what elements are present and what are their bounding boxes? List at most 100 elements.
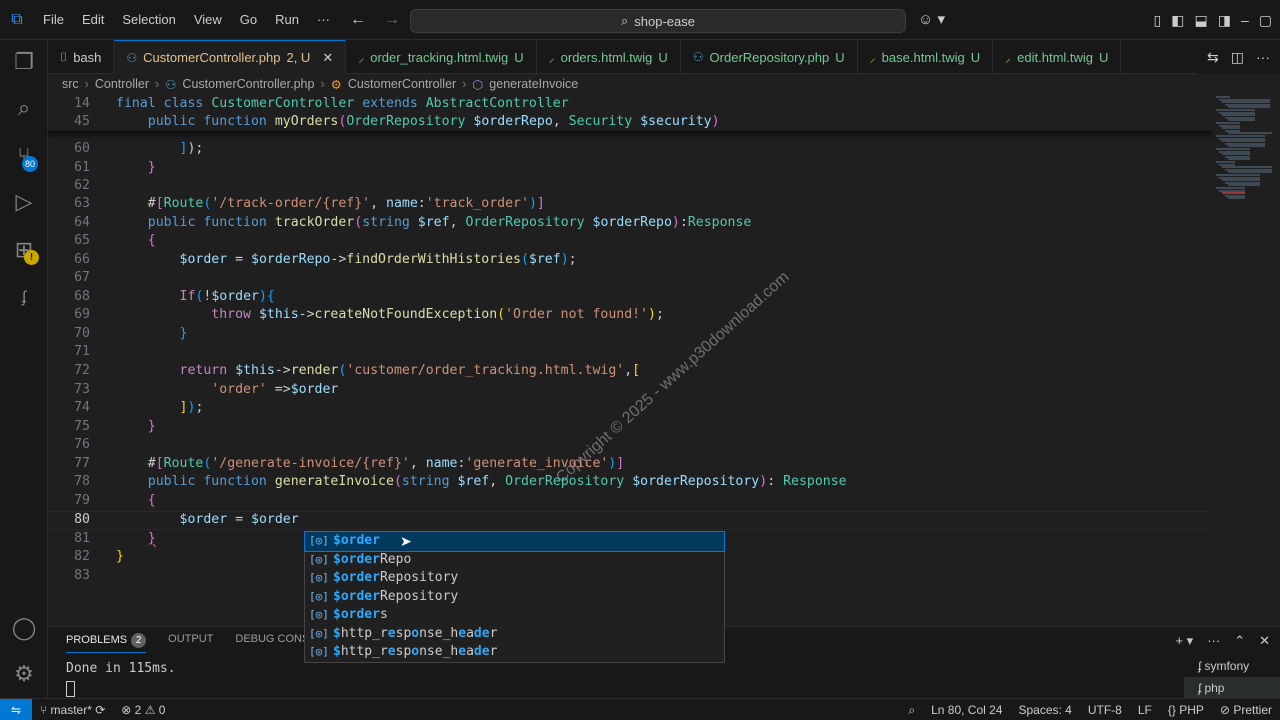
editor-tab[interactable]: ⌷ bash [48,40,115,74]
panel-actions: + ▾ ··· ⌃ ✕ [1175,633,1270,649]
command-center-search[interactable]: ⌕ shop-ease [410,9,906,33]
code-line: 78 public function generateInvoice(strin… [48,473,1212,492]
suggestion-item[interactable]: [◎] $order [304,531,725,552]
maximize-icon[interactable]: ▢ [1259,12,1272,29]
suggestion-item[interactable]: [◎] $orderRepository [305,588,724,607]
symfony-icon[interactable]: ʄ [0,276,48,320]
breadcrumb-item[interactable]: src [62,77,79,91]
maximize-panel-icon[interactable]: ⌃ [1234,633,1245,649]
more-actions-icon[interactable]: ··· [1256,49,1270,65]
tab-output[interactable]: OUTPUT [168,633,213,653]
code-text: $order = $orderRepo->findOrderWithHistor… [179,252,577,267]
suggestion-item[interactable]: [◎] $orderRepo [305,551,724,570]
autocomplete-suggest-widget[interactable]: [◎] $order [◎] $orderRepo [◎] $orderRepositor… [304,531,725,663]
search-icon: ⌕ [621,13,629,28]
code-line: 70 } [48,325,1212,344]
toggle-secondary-sidebar-icon[interactable]: ◨ [1218,12,1231,29]
source-control-icon[interactable]: ⑂ 80 [0,134,48,178]
zoom-icon[interactable]: ⌕ [900,703,923,718]
editor-tab[interactable]: ⸝ order_tracking.html.twig U [346,40,537,74]
php-file-icon: ⚇ [692,50,704,64]
suggestion-item[interactable]: [◎] $http_response_header [305,625,724,644]
close-tab-icon[interactable]: ✕ [322,50,333,66]
suggestion-label: $http_response_header [333,644,498,659]
tab-problems[interactable]: PROBLEMS 2 [66,633,147,653]
terminal-item-php[interactable]: ʄ php [1184,677,1280,699]
git-branch[interactable]: ⑂ master* ⟳ [32,703,113,717]
back-arrow-icon[interactable]: ← [350,11,366,29]
code-line: 67 [48,269,1212,288]
code-text: } [147,419,156,434]
compare-changes-icon[interactable]: ⇆ [1207,49,1219,66]
tab-git-status: U [970,49,981,65]
nav-arrows: ← → [350,0,400,40]
editor-tab[interactable]: ⸝ base.html.twig U [858,40,994,74]
terminal-item-symfony[interactable]: ʄ symfony [1184,655,1280,677]
toggle-panel-icon[interactable]: ⬓ [1195,12,1208,29]
twig-file-icon: ⸝ [358,50,365,65]
encoding[interactable]: UTF-8 [1080,703,1130,717]
line-number: 65 [74,233,90,248]
code-line: 71 [48,343,1212,362]
code-line: 73 'order' =>$order [48,381,1212,400]
menu-item[interactable]: Run [266,0,308,40]
end-of-line[interactable]: LF [1130,703,1160,717]
tab-git-status: U [658,49,668,65]
search-view-icon[interactable]: ⌕ [0,86,48,130]
window-controls: ▯ ◧ ⬓ ◨ – ▢ [1154,0,1272,40]
suggestion-item[interactable]: [◎] $http_response_header [305,643,724,662]
breadcrumb-item[interactable]: CustomerController [348,77,456,91]
editor-tab[interactable]: ⸝ orders.html.twig U [537,40,681,74]
layout-sidebar-icon[interactable]: ▯ [1154,12,1162,29]
minimap[interactable] [1212,94,1280,214]
cursor-position[interactable]: Ln 80, Col 24 [923,703,1010,717]
line-number: 14 [74,96,90,111]
code-text: { [147,233,156,248]
problems-status[interactable]: ⊗ 2 ⚠ 0 [113,703,173,717]
editor-scrollbar[interactable] [1272,94,1280,620]
panel-more-icon[interactable]: ··· [1207,633,1220,649]
tab-git-status: U [514,49,524,65]
menu-item[interactable]: Edit [73,0,113,40]
extensions-icon[interactable]: ⊞! [0,228,48,272]
code-line: 60 ]); [48,140,1212,159]
run-debug-icon[interactable]: ▷ [0,180,48,224]
copilot-icon[interactable]: ☺ ▾ [918,10,945,28]
breadcrumb-item[interactable]: Controller [95,77,149,91]
suggestion-item[interactable]: [◎] $orders [305,606,724,625]
settings-gear-icon[interactable]: ⚙ [0,652,48,696]
terminal-icon: ⌷ [60,49,68,64]
menu-item[interactable]: View [185,0,231,40]
explorer-icon[interactable]: ❐ [0,40,48,84]
menu-item[interactable]: Selection [113,0,184,40]
variable-symbol-icon: [◎] [309,552,329,566]
editor-tab-bar: ⌷ bash ⚇ CustomerController.php 2, U ✕ ⸝ order_… [48,40,1280,74]
breadcrumb-item[interactable]: CustomerController.php [182,77,314,91]
close-panel-icon[interactable]: ✕ [1259,633,1270,649]
indentation[interactable]: Spaces: 4 [1010,703,1079,717]
breadcrumb-item[interactable]: generateInvoice [489,77,578,91]
suggestion-label: $orderRepository [333,588,459,604]
menu-item[interactable]: Go [231,0,266,40]
code-text: } [147,160,156,175]
editor-tab[interactable]: ⸝ edit.html.twig U [993,40,1122,74]
suggestion-item[interactable]: [◎] $orderRepository [305,569,724,588]
language-mode[interactable]: {} PHP [1160,703,1212,717]
editor-tab[interactable]: ⚇ CustomerController.php 2, U ✕ [114,40,347,74]
split-editor-icon[interactable]: ◫ [1231,49,1244,66]
menu-item[interactable]: ··· [308,0,339,40]
suggestion-label: $order [333,533,380,548]
line-number: 83 [74,568,90,583]
new-terminal-icon[interactable]: + ▾ [1175,633,1193,649]
php-file-icon: ⚇ [165,77,177,92]
forward-arrow-icon[interactable]: → [384,11,400,29]
minimize-icon[interactable]: – [1241,12,1249,28]
tab-label: base.html.twig [881,49,965,65]
menu-item[interactable]: File [34,0,73,40]
editor-tab[interactable]: ⚇ OrderRepository.php U [681,40,858,74]
toggle-primary-sidebar-icon[interactable]: ◧ [1171,12,1184,29]
remote-indicator-icon[interactable]: ⇋ [0,698,32,720]
prettier-status[interactable]: ⊘ Prettier [1212,703,1280,717]
activity-bar: ❐ ⌕ ⑂ 80 ▷ ⊞! ʄ ◯ ⚙ [0,40,48,698]
account-icon[interactable]: ◯ [0,606,48,650]
